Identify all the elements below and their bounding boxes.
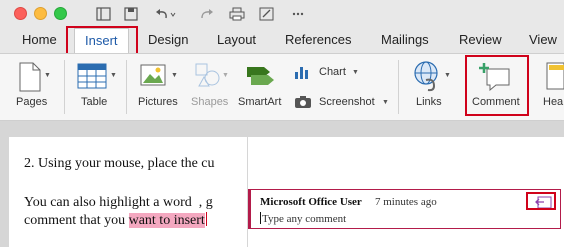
sidebar-toggle-icon[interactable] (94, 5, 112, 23)
comment-text: Type any comment (262, 213, 347, 225)
comment-timestamp: 7 minutes ago (375, 196, 437, 208)
ribbon-toolbar: ▼ Pages ▼ Table ▼ Pictures ▼ Shapes Smar… (0, 53, 564, 121)
table-button[interactable]: Table (81, 96, 107, 108)
ribbon-separator (64, 60, 65, 114)
pages-button[interactable]: Pages (16, 96, 47, 108)
chart-dropdown-icon[interactable]: ▼ (352, 69, 359, 76)
highlighted-text: want to insert (128, 213, 205, 228)
document-page[interactable]: 2. Using your mouse, place the cu You ca… (9, 137, 247, 247)
save-icon[interactable] (122, 5, 140, 23)
text-caret (260, 212, 261, 224)
title-bar (0, 0, 564, 28)
table-icon[interactable] (77, 63, 107, 94)
tab-insert[interactable]: Insert (74, 28, 129, 53)
pages-icon[interactable] (18, 62, 42, 97)
undo-icon[interactable] (152, 5, 176, 23)
print-icon[interactable] (228, 5, 246, 23)
chart-icon[interactable] (294, 65, 310, 84)
pictures-dropdown-icon[interactable]: ▼ (171, 72, 178, 79)
ribbon-tab-bar: Home Insert Design Layout References Mai… (0, 28, 564, 53)
reply-icon[interactable] (534, 196, 552, 210)
screenshot-button[interactable]: Screenshot (319, 96, 375, 108)
tab-review[interactable]: Review (459, 32, 502, 47)
pictures-icon[interactable] (140, 64, 166, 91)
tab-references[interactable]: References (285, 32, 351, 47)
new-comment-icon[interactable] (478, 61, 512, 96)
comment-button[interactable]: Comment (472, 96, 520, 108)
tab-mailings[interactable]: Mailings (381, 32, 429, 47)
shapes-icon[interactable] (193, 62, 221, 93)
pictures-button[interactable]: Pictures (138, 96, 178, 108)
smartart-button[interactable]: SmartArt (238, 96, 281, 108)
pages-dropdown-icon[interactable]: ▼ (44, 72, 51, 79)
tab-home[interactable]: Home (22, 32, 57, 47)
comment-author: Microsoft Office User (260, 196, 362, 208)
document-line: comment that you want to insert (24, 212, 207, 229)
tab-design[interactable]: Design (148, 32, 188, 47)
header-button[interactable]: Hea (543, 96, 563, 108)
screenshot-icon[interactable] (294, 95, 312, 114)
comment-card[interactable]: Microsoft Office User 7 minutes ago Type… (248, 189, 561, 229)
customize-toolbar-icon[interactable] (288, 5, 312, 23)
document-line: You can also highlight a word , g (24, 195, 213, 210)
comments-pane: Microsoft Office User 7 minutes ago Type… (247, 137, 564, 247)
ribbon-separator (126, 60, 127, 114)
shapes-dropdown-icon[interactable]: ▼ (222, 72, 229, 79)
links-globe-icon[interactable] (412, 60, 442, 97)
maximize-window-button[interactable] (54, 7, 67, 20)
ribbon-separator (398, 60, 399, 114)
redo-icon[interactable] (198, 5, 216, 23)
comment-anchor-marker (205, 212, 207, 226)
smartart-icon[interactable] (246, 64, 276, 93)
shapes-button[interactable]: Shapes (191, 96, 228, 108)
document-text: comment that you (24, 213, 129, 228)
comment-input[interactable]: Type any comment (260, 212, 346, 225)
document-line: 2. Using your mouse, place the cu (24, 156, 215, 171)
format-painter-icon[interactable] (258, 5, 276, 23)
minimize-window-button[interactable] (34, 7, 47, 20)
table-dropdown-icon[interactable]: ▼ (110, 72, 117, 79)
close-window-button[interactable] (14, 7, 27, 20)
tab-layout[interactable]: Layout (217, 32, 256, 47)
tab-view[interactable]: View (529, 32, 557, 47)
screenshot-dropdown-icon[interactable]: ▼ (382, 99, 389, 106)
header-icon[interactable] (546, 62, 564, 95)
links-button[interactable]: Links (416, 96, 442, 108)
links-dropdown-icon[interactable]: ▼ (444, 72, 451, 79)
chart-button[interactable]: Chart (319, 66, 346, 78)
document-area: 2. Using your mouse, place the cu You ca… (0, 121, 564, 247)
